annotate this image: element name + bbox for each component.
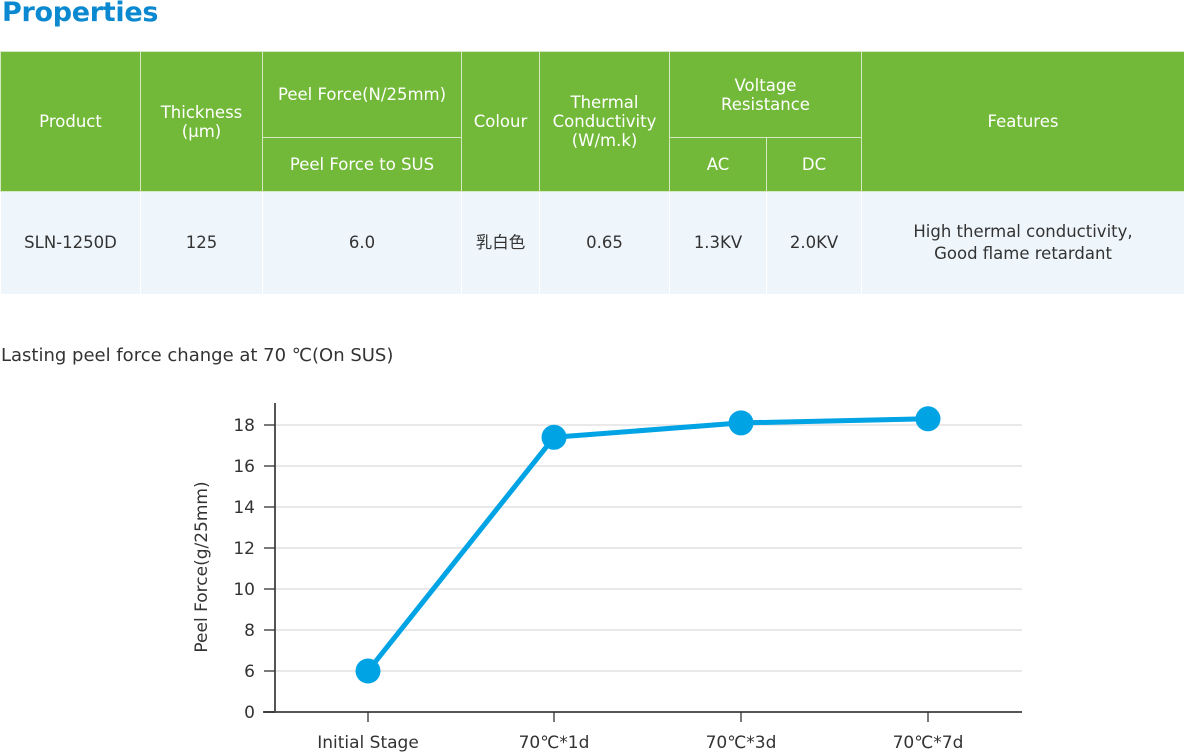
x-tick-label: Initial Stage: [317, 733, 419, 753]
header-features: Features: [861, 51, 1184, 192]
x-tick-label: 70℃*3d: [706, 733, 777, 753]
header-colour: Colour: [461, 51, 540, 192]
header-peel-force-to-sus: Peel Force to SUS: [262, 137, 462, 192]
y-tick-label: 0: [244, 703, 255, 723]
cell-thickness: 125: [140, 191, 263, 295]
header-dc: DC: [765, 137, 863, 192]
cell-features: High thermal conductivity, Good flame ret…: [861, 191, 1184, 295]
y-tick-label: 14: [233, 498, 255, 518]
x-tick-label: 70℃*7d: [893, 733, 964, 753]
cell-dc: 2.0KV: [765, 191, 863, 295]
table-row: SLN-1250D 125 6.0 乳白色 0.65 1.3KV 2.0KV H…: [0, 191, 1184, 295]
header-product: Product: [0, 51, 141, 192]
cell-ac: 1.3KV: [669, 191, 767, 295]
header-thickness: Thickness (μm): [140, 51, 263, 192]
page-title: Properties: [2, 0, 159, 28]
cell-thermal-conductivity: 0.65: [539, 191, 670, 295]
y-tick-label: 18: [233, 416, 255, 436]
data-point: [915, 406, 941, 432]
data-point: [355, 658, 381, 684]
x-tick-label: 70℃*1d: [519, 733, 590, 753]
y-tick-label: 10: [233, 580, 255, 600]
header-voltage-resistance: Voltage Resistance: [668, 51, 863, 138]
data-point: [541, 424, 567, 450]
cell-colour: 乳白色: [461, 191, 540, 295]
cell-product: SLN-1250D: [0, 191, 141, 295]
y-axis-label: Peel Force(g/25mm): [192, 481, 212, 652]
header-peel-force: Peel Force(N/25mm): [262, 51, 462, 138]
peel-force-chart: 0 6 8 10 12 14 16 18 Initial Stage 70℃*1d 70℃*3d 7…: [192, 403, 1022, 753]
cell-peel-force: 6.0: [262, 191, 462, 295]
chart-subtitle: Lasting peel force change at 70 ℃(On SUS…: [1, 345, 394, 366]
data-point: [728, 410, 754, 436]
header-ac: AC: [669, 137, 767, 192]
header-thermal-conductivity: Thermal Conductivity (W/m.k): [539, 51, 670, 192]
y-tick-label: 6: [244, 662, 255, 682]
table-header-row: Product Thickness (μm) Peel Force(N/25mm)…: [0, 51, 1184, 192]
y-tick-label: 12: [233, 539, 255, 559]
properties-table: Product Thickness (μm) Peel Force(N/25mm)…: [0, 51, 1184, 295]
y-tick-label: 8: [244, 621, 255, 641]
y-tick-label: 16: [233, 457, 255, 477]
series-line: [366, 416, 929, 673]
